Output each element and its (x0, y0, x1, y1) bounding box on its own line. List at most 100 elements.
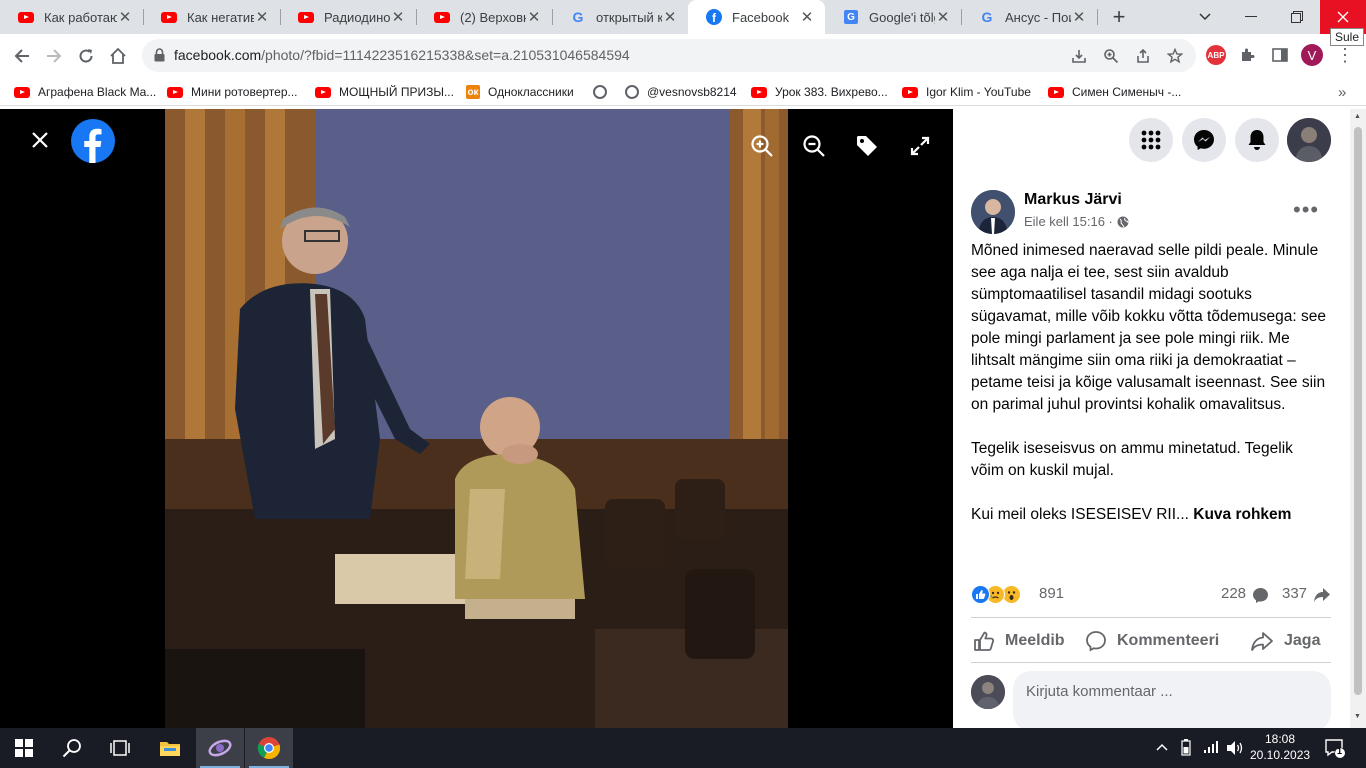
share-count[interactable]: 337 (1282, 585, 1307, 602)
url-text[interactable]: facebook.com/photo/?fbid=111422351621533… (174, 47, 630, 63)
see-more-link[interactable]: Kuva rohkem (1193, 506, 1291, 523)
bookmark-item[interactable] (593, 82, 615, 102)
close-tab-icon[interactable]: ✕ (254, 8, 270, 26)
address-bar[interactable]: facebook.com/photo/?fbid=111422351621533… (142, 39, 1196, 72)
share-button[interactable]: Jaga (1250, 627, 1320, 655)
bookmark-item[interactable]: Аграфена Black Ma... (14, 82, 156, 102)
profile-avatar[interactable]: V (1301, 44, 1323, 66)
more-options-icon[interactable]: ••• (1293, 197, 1319, 223)
google-icon: G (981, 9, 993, 25)
bookmark-item[interactable]: Мини ротовертер... (167, 82, 298, 102)
task-view-icon[interactable] (96, 728, 144, 768)
menu-grid-icon[interactable] (1129, 118, 1173, 162)
reaction-count[interactable]: 891 (1039, 585, 1064, 602)
zoom-in-icon[interactable] (742, 126, 782, 166)
scroll-down-icon[interactable]: ▼ (1354, 713, 1361, 720)
tab-youtube-1[interactable]: Как работаю ✕ (0, 0, 143, 34)
close-tab-icon[interactable]: ✕ (662, 8, 678, 26)
youtube-icon (434, 9, 450, 25)
bookmark-item[interactable]: Урок 383. Вихрево... (751, 82, 888, 102)
share-icon[interactable] (1132, 45, 1154, 67)
tab-youtube-3[interactable]: Радиодиноз ✕ (280, 0, 416, 34)
browser-toolbar: facebook.com/photo/?fbid=111422351621533… (0, 34, 1366, 77)
tab-google-1[interactable]: G открытый ко ✕ (552, 0, 688, 34)
bookmark-item[interactable]: @vesnovsb8214 (625, 82, 737, 102)
new-tab-button[interactable]: + (1096, 0, 1142, 34)
adblock-plus-icon[interactable]: ABP (1206, 45, 1226, 65)
lock-icon[interactable] (154, 48, 165, 67)
start-button-icon[interactable] (0, 728, 48, 768)
like-button[interactable]: Meeldib (973, 627, 1065, 655)
bookmark-star-icon[interactable] (1164, 45, 1186, 67)
tab-title: (2) Верховна (460, 9, 526, 25)
close-tab-icon[interactable]: ✕ (935, 8, 951, 26)
chrome-icon[interactable] (245, 728, 293, 768)
zoom-out-icon[interactable] (794, 126, 834, 166)
youtube-icon (161, 9, 177, 25)
tab-youtube-2[interactable]: Как негатив ✕ (143, 0, 280, 34)
comment-input[interactable]: Kirjuta kommentaar ... (1013, 671, 1331, 728)
close-tab-icon[interactable]: ✕ (1071, 8, 1087, 26)
commenter-avatar[interactable] (971, 675, 1005, 709)
forward-icon[interactable] (40, 42, 68, 70)
reload-icon[interactable] (72, 42, 100, 70)
globe-icon (593, 85, 607, 99)
scrollbar-thumb[interactable] (1354, 127, 1362, 695)
minimize-icon[interactable] (1228, 0, 1274, 34)
tag-icon[interactable] (847, 126, 887, 166)
extensions-puzzle-icon[interactable] (1235, 42, 1261, 68)
tab-google-translate[interactable]: G Google'i tõlg ✕ (825, 0, 961, 34)
post-timestamp[interactable]: Eile kell 15:16 · (1024, 214, 1129, 231)
system-clock[interactable]: 18:08 20.10.2023 (1250, 731, 1310, 763)
app-orbit-icon[interactable] (196, 728, 244, 768)
bookmark-item[interactable]: Igor Klim - YouTube (902, 82, 1031, 102)
back-icon[interactable] (8, 42, 36, 70)
like-thumb-icon (973, 630, 995, 652)
comment-button[interactable]: Kommenteeri (1085, 627, 1219, 655)
close-tab-icon[interactable]: ✕ (526, 8, 542, 26)
home-icon[interactable] (104, 42, 132, 70)
messenger-icon[interactable] (1182, 118, 1226, 162)
zoom-icon[interactable] (1100, 45, 1122, 67)
author-avatar[interactable] (971, 190, 1015, 234)
clock-date: 20.10.2023 (1250, 748, 1311, 762)
close-icon[interactable] (20, 120, 60, 160)
tray-overflow-icon[interactable] (1156, 739, 1168, 754)
tab-google-2[interactable]: G Ансус - Пои ✕ (961, 0, 1097, 34)
youtube-icon (298, 9, 314, 25)
comment-bubble-icon (1252, 587, 1269, 608)
close-tab-icon[interactable]: ✕ (799, 8, 815, 26)
action-center-icon[interactable]: 1 (1324, 737, 1346, 762)
install-app-icon[interactable] (1068, 45, 1090, 67)
bookmarks-overflow-button[interactable]: » (1338, 82, 1346, 102)
comment-count[interactable]: 228 (1221, 585, 1246, 602)
facebook-logo-icon[interactable] (70, 118, 115, 163)
network-icon[interactable] (1203, 740, 1219, 757)
scrollbar[interactable]: ▲ ▼ (1350, 109, 1366, 728)
bookmark-item[interactable]: Симен Сименыч -... (1048, 82, 1181, 102)
tab-youtube-4[interactable]: (2) Верховна ✕ (416, 0, 552, 34)
bookmark-label: Симен Сименыч -... (1072, 85, 1182, 99)
volume-icon[interactable] (1226, 740, 1244, 759)
battery-icon[interactable] (1181, 738, 1191, 759)
bookmark-item[interactable]: ок Одноклассники (466, 82, 574, 102)
tab-title: Facebook (732, 9, 790, 25)
file-explorer-icon[interactable] (146, 728, 194, 768)
fullscreen-icon[interactable] (900, 126, 940, 166)
close-tab-icon[interactable]: ✕ (390, 8, 406, 26)
side-panel-icon[interactable] (1267, 42, 1293, 68)
like-reaction-icon[interactable] (971, 585, 990, 604)
notifications-bell-icon[interactable] (1235, 118, 1279, 162)
bookmark-label: Мини ротовертер... (191, 85, 298, 99)
bookmark-item[interactable]: МОЩНЫЙ ПРИЗЫ... (315, 82, 454, 102)
tab-search-icon[interactable] (1182, 0, 1228, 34)
scroll-up-icon[interactable]: ▲ (1354, 113, 1361, 120)
post-photo[interactable] (165, 109, 788, 728)
tab-title: Ансус - Пои (1005, 9, 1071, 25)
tab-facebook[interactable]: f Facebook ✕ (688, 0, 825, 34)
close-tab-icon[interactable]: ✕ (117, 8, 133, 26)
search-icon[interactable] (48, 728, 96, 768)
author-name[interactable]: Markus Järvi (1024, 191, 1122, 209)
account-avatar[interactable] (1287, 118, 1331, 162)
restore-icon[interactable] (1274, 0, 1320, 34)
